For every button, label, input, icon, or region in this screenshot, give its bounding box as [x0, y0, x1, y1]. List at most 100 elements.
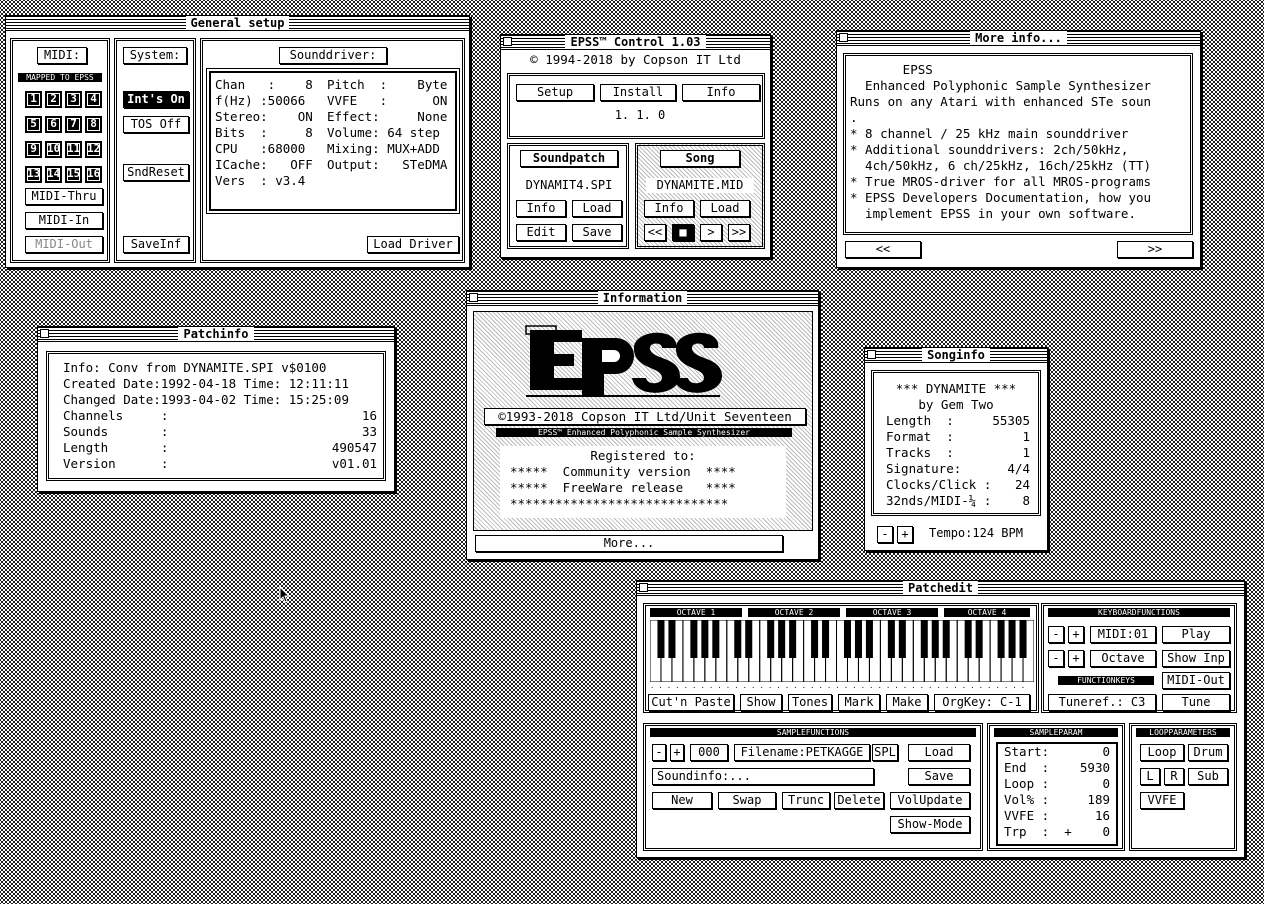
black-key[interactable] — [1008, 620, 1016, 658]
black-key[interactable] — [865, 620, 873, 658]
soundpatch-save-button[interactable]: Save — [572, 224, 622, 241]
title-bar[interactable]: EPSS™ Control 1.03 — [501, 35, 770, 50]
midi-channel-15[interactable]: 15 — [65, 166, 82, 183]
song-rewind-button[interactable]: << — [644, 224, 666, 241]
cut-paste-button[interactable]: Cut'n Paste — [648, 694, 734, 711]
param-start-value[interactable]: 0 — [1102, 744, 1110, 760]
trunc-button[interactable]: Trunc — [782, 792, 830, 809]
black-key[interactable] — [778, 620, 786, 658]
volupdate-button[interactable]: VolUpdate — [890, 792, 970, 809]
sample-load-button[interactable]: Load — [908, 744, 970, 761]
saveinf-button[interactable]: SaveInf — [123, 236, 189, 253]
left-button[interactable]: L — [1140, 768, 1160, 785]
midi-channel-8[interactable]: 8 — [85, 116, 102, 133]
title-bar[interactable]: Songinfo — [865, 348, 1047, 363]
new-button[interactable]: New — [652, 792, 712, 809]
show-inp-button[interactable]: Show Inp — [1162, 650, 1230, 667]
black-key[interactable] — [964, 620, 972, 658]
load-driver-button[interactable]: Load Driver — [367, 236, 459, 253]
black-key[interactable] — [811, 620, 819, 658]
close-box-icon[interactable] — [40, 329, 49, 338]
right-button[interactable]: R — [1164, 768, 1184, 785]
soundpatch-load-button[interactable]: Load — [572, 200, 622, 217]
song-forward-button[interactable]: >> — [728, 224, 750, 241]
tuneref-field[interactable]: Tuneref.: C3 — [1048, 694, 1156, 711]
setup-button[interactable]: Setup — [516, 84, 594, 101]
midi-channel-14[interactable]: 14 — [45, 166, 62, 183]
midi-thru-button[interactable]: MIDI-Thru — [25, 188, 103, 205]
close-box-icon[interactable] — [639, 583, 648, 592]
black-key[interactable] — [668, 620, 676, 658]
loop-button[interactable]: Loop — [1140, 744, 1184, 761]
next-page-button[interactable]: >> — [1117, 241, 1193, 258]
midi-in-button[interactable]: MIDI-In — [25, 212, 103, 229]
tempo-plus-button[interactable]: + — [897, 526, 913, 543]
close-box-icon[interactable] — [867, 350, 876, 359]
midi-channel-7[interactable]: 7 — [65, 116, 82, 133]
soundpatch-info-button[interactable]: Info — [516, 200, 566, 217]
prev-page-button[interactable]: << — [845, 241, 921, 258]
soundpatch-edit-button[interactable]: Edit — [516, 224, 566, 241]
vvfe-button[interactable]: VVFE — [1140, 792, 1184, 809]
midi-out-button[interactable]: MIDI-Out — [1162, 672, 1230, 689]
midi-channel-13[interactable]: 13 — [25, 166, 42, 183]
midi-channel-minus-button[interactable]: - — [1048, 626, 1064, 643]
soundinfo-field[interactable]: Soundinfo:... — [652, 768, 874, 785]
black-key[interactable] — [942, 620, 950, 658]
sndreset-button[interactable]: SndReset — [123, 164, 189, 181]
midi-channel-2[interactable]: 2 — [45, 91, 62, 108]
sample-minus-button[interactable]: - — [652, 744, 666, 761]
black-key[interactable] — [657, 620, 665, 658]
sample-plus-button[interactable]: + — [670, 744, 684, 761]
black-key[interactable] — [745, 620, 753, 658]
info-button[interactable]: Info — [682, 84, 760, 101]
black-key[interactable] — [734, 620, 742, 658]
title-bar[interactable]: Patchedit — [637, 581, 1244, 596]
title-bar[interactable]: Patchinfo — [38, 327, 394, 342]
black-key[interactable] — [789, 620, 797, 658]
black-key[interactable] — [997, 620, 1005, 658]
black-key[interactable] — [767, 620, 775, 658]
midi-channel-plus-button[interactable]: + — [1068, 626, 1084, 643]
tempo-minus-button[interactable]: - — [877, 526, 893, 543]
black-key[interactable] — [822, 620, 830, 658]
song-play-button[interactable]: > — [700, 224, 722, 241]
midi-channel-4[interactable]: 4 — [85, 91, 102, 108]
sample-save-button[interactable]: Save — [908, 768, 970, 785]
more-button[interactable]: More... — [475, 535, 783, 552]
black-key[interactable] — [843, 620, 851, 658]
song-stop-button[interactable]: ■ — [672, 224, 694, 241]
black-key[interactable] — [712, 620, 720, 658]
param-vvfe-value[interactable]: 16 — [1095, 808, 1110, 824]
ints-on-button[interactable]: Int's On — [123, 91, 189, 108]
black-key[interactable] — [690, 620, 698, 658]
install-button[interactable]: Install — [600, 84, 676, 101]
tones-button[interactable]: Tones — [788, 694, 832, 711]
title-bar[interactable]: More info... — [837, 31, 1200, 46]
tune-button[interactable]: Tune — [1162, 694, 1230, 711]
black-key[interactable] — [920, 620, 928, 658]
black-key[interactable] — [887, 620, 895, 658]
octave-minus-button[interactable]: - — [1048, 650, 1064, 667]
black-key[interactable] — [975, 620, 983, 658]
swap-button[interactable]: Swap — [718, 792, 776, 809]
piano-keyboard[interactable] — [650, 620, 1034, 682]
play-button[interactable]: Play — [1162, 626, 1230, 643]
black-key[interactable] — [701, 620, 709, 658]
black-key[interactable] — [931, 620, 939, 658]
midi-channel-5[interactable]: 5 — [25, 116, 42, 133]
midi-channel-9[interactable]: 9 — [25, 141, 42, 158]
black-key[interactable] — [898, 620, 906, 658]
param-loop-value[interactable]: 0 — [1102, 776, 1110, 792]
show-button[interactable]: Show — [740, 694, 782, 711]
orgkey-field[interactable]: OrgKey: C-1 — [934, 694, 1030, 711]
midi-channel-12[interactable]: 12 — [85, 141, 102, 158]
black-key[interactable] — [854, 620, 862, 658]
spl-button[interactable]: SPL — [872, 744, 898, 761]
midi-channel-10[interactable]: 10 — [45, 141, 62, 158]
midi-channel-11[interactable]: 11 — [65, 141, 82, 158]
octave-button[interactable]: Octave — [1090, 650, 1156, 667]
song-load-button[interactable]: Load — [700, 200, 750, 217]
close-box-icon[interactable] — [503, 37, 512, 46]
sub-button[interactable]: Sub — [1188, 768, 1228, 785]
